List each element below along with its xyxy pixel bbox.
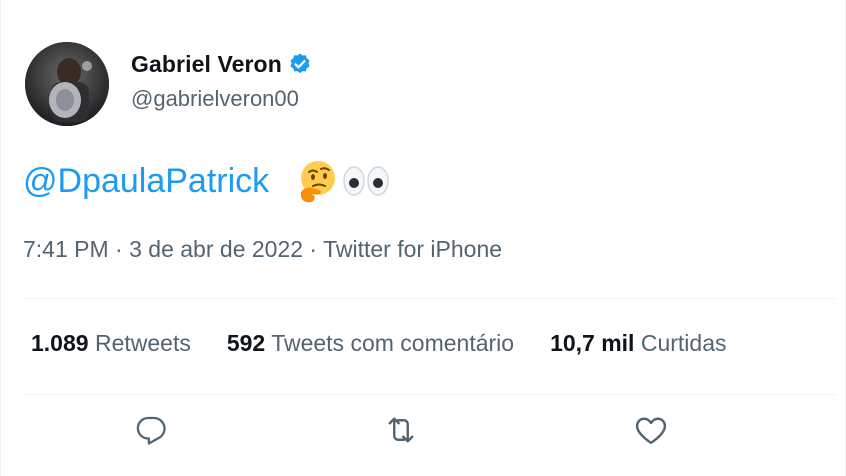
stat-value: 10,7 mil	[550, 330, 635, 356]
meta-separator: ·	[303, 236, 324, 262]
retweets-stat[interactable]: 1.089 Retweets	[31, 330, 191, 357]
name-row: Gabriel Veron	[131, 51, 312, 78]
like-button[interactable]	[631, 410, 671, 450]
thinking-face-icon	[301, 161, 336, 203]
retweet-icon	[388, 417, 414, 443]
display-name[interactable]: Gabriel Veron	[131, 51, 282, 78]
avatar[interactable]	[25, 42, 109, 126]
stat-label: Retweets	[94, 330, 191, 356]
meta-separator: ·	[108, 236, 130, 262]
mention-link[interactable]: @DpaulaPatrick	[23, 162, 269, 201]
tweet-meta: 7:41 PM · 3 de abr de 2022 · Twitter for…	[23, 236, 502, 263]
retweet-button[interactable]	[381, 410, 421, 450]
stat-label: Curtidas	[640, 330, 727, 356]
reply-button[interactable]	[131, 410, 171, 450]
tweet-text: @DpaulaPatrick	[23, 158, 391, 204]
handle[interactable]: @gabrielveron00	[131, 86, 312, 112]
tweet-source[interactable]: Twitter for iPhone	[323, 236, 502, 262]
tweet-date[interactable]: 3 de abr de 2022	[129, 236, 303, 262]
emoji-group	[295, 158, 391, 204]
tweet-actions	[1, 410, 846, 458]
eyes-icon	[343, 166, 389, 196]
tweet-stats: 1.089 Retweets 592 Tweets com comentário…	[31, 330, 763, 357]
divider	[23, 298, 835, 299]
likes-stat[interactable]: 10,7 mil Curtidas	[550, 330, 726, 357]
avatar-image	[25, 42, 109, 126]
stat-value: 1.089	[31, 330, 89, 356]
reply-icon	[136, 416, 166, 445]
stat-label: Tweets com comentário	[271, 330, 515, 356]
tweet-time[interactable]: 7:41 PM	[23, 236, 109, 262]
like-icon	[635, 417, 667, 444]
tweet-header: Gabriel Veron @gabrielveron00	[25, 42, 312, 126]
verified-badge-icon	[288, 52, 312, 76]
divider	[23, 394, 835, 395]
author-names: Gabriel Veron @gabrielveron00	[131, 51, 312, 112]
tweet-card: Gabriel Veron @gabrielveron00 @DpaulaPat…	[0, 0, 846, 476]
quote-tweets-stat[interactable]: 592 Tweets com comentário	[227, 330, 514, 357]
stat-value: 592	[226, 330, 266, 356]
